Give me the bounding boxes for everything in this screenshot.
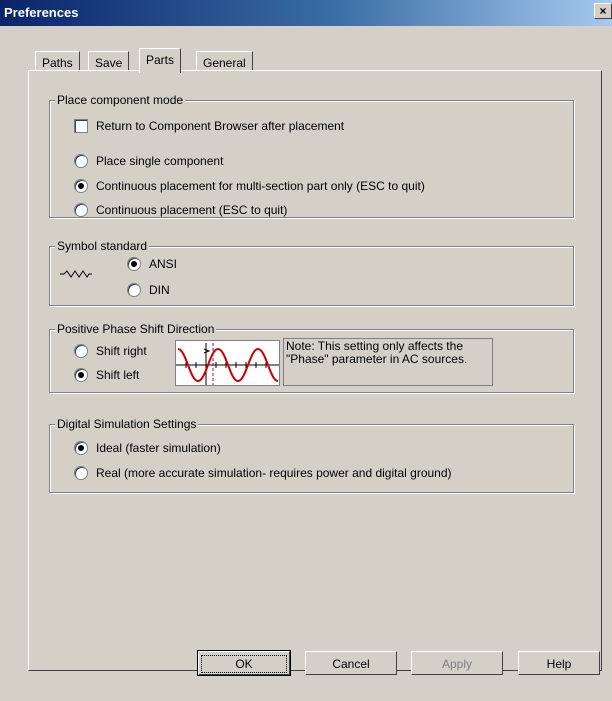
ok-label: OK [201,655,287,673]
resistor-zigzag-icon [60,270,92,278]
sine-wave-phase-icon [175,340,280,386]
preferences-dialog: Preferences × Paths Save Parts General P… [0,0,612,701]
ideal-label: Ideal (faster simulation) [96,441,221,455]
real-radio[interactable]: Real (more accurate simulation- requires… [74,466,452,480]
place-mode-legend: Place component mode [55,93,186,107]
continuous-multisection-label: Continuous placement for multi-section p… [96,179,425,193]
radio-button-selected[interactable] [74,368,88,382]
continuous-multisection-radio[interactable]: Continuous placement for multi-section p… [74,179,425,193]
close-button[interactable]: × [594,3,612,19]
place-component-mode-group: Place component mode Return to Component… [49,93,574,218]
radio-button-selected[interactable] [127,257,141,271]
radio-button[interactable] [74,344,88,358]
window-title: Preferences [4,5,79,20]
continuous-placement-radio[interactable]: Continuous placement (ESC to quit) [74,203,287,217]
radio-button[interactable] [74,154,88,168]
ideal-radio[interactable]: Ideal (faster simulation) [74,441,221,455]
din-label: DIN [149,283,170,297]
din-radio[interactable]: DIN [127,283,170,297]
tab-parts[interactable]: Parts [139,48,182,73]
radio-button[interactable] [127,283,141,297]
checkbox-box[interactable] [74,119,88,133]
help-button[interactable]: Help [518,651,600,675]
cancel-button[interactable]: Cancel [305,651,397,675]
place-single-radio[interactable]: Place single component [74,154,223,168]
digital-simulation-group: Digital Simulation Settings Ideal (faste… [49,417,574,493]
phase-note: Note: This setting only affects the "Pha… [283,338,493,386]
radio-button[interactable] [74,466,88,480]
phase-shift-group: Positive Phase Shift Direction Shift rig… [49,322,574,393]
ansi-radio[interactable]: ANSI [127,257,177,271]
phase-shift-legend: Positive Phase Shift Direction [55,322,217,336]
shift-right-label: Shift right [96,344,147,358]
shift-right-radio[interactable]: Shift right [74,344,147,358]
apply-button[interactable]: Apply [411,651,503,675]
symbol-standard-group: Symbol standard ANSI DIN [49,239,574,306]
continuous-placement-label: Continuous placement (ESC to quit) [96,203,288,217]
radio-button-selected[interactable] [74,179,88,193]
return-to-browser-checkbox[interactable]: Return to Component Browser after placem… [74,119,344,133]
shift-left-label: Shift left [96,368,140,382]
digital-sim-legend: Digital Simulation Settings [55,417,199,431]
return-to-browser-label: Return to Component Browser after placem… [96,119,345,133]
place-single-label: Place single component [96,154,224,168]
radio-button[interactable] [74,203,88,217]
real-label: Real (more accurate simulation- requires… [96,466,452,480]
ok-button[interactable]: OK [197,650,291,676]
symbol-standard-legend: Symbol standard [55,239,150,253]
title-bar: Preferences × [0,0,612,26]
tab-panel-parts: Place component mode Return to Component… [28,70,602,671]
radio-button-selected[interactable] [74,441,88,455]
ansi-label: ANSI [149,257,178,271]
shift-left-radio[interactable]: Shift left [74,368,139,382]
